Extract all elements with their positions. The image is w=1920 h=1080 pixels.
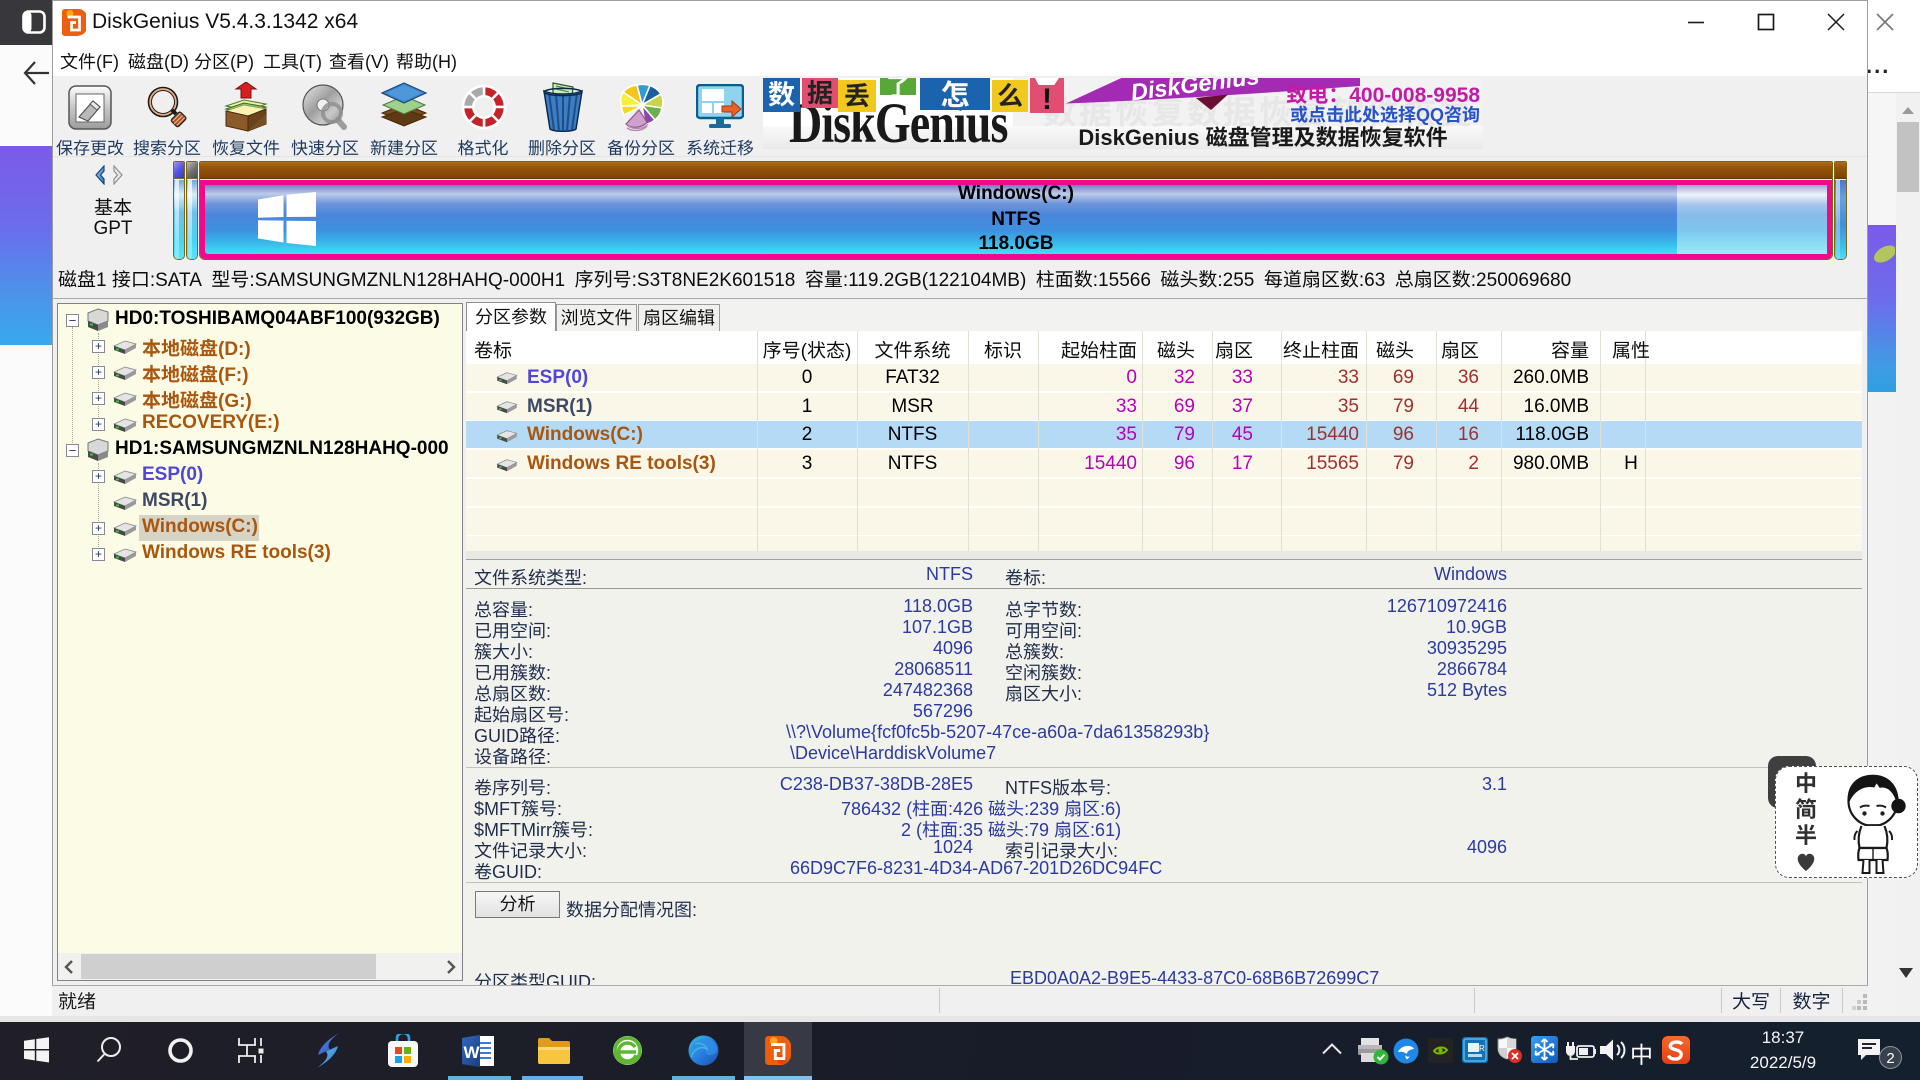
- svg-text:W: W: [464, 1043, 481, 1062]
- svg-text:R: R: [1479, 1044, 1485, 1053]
